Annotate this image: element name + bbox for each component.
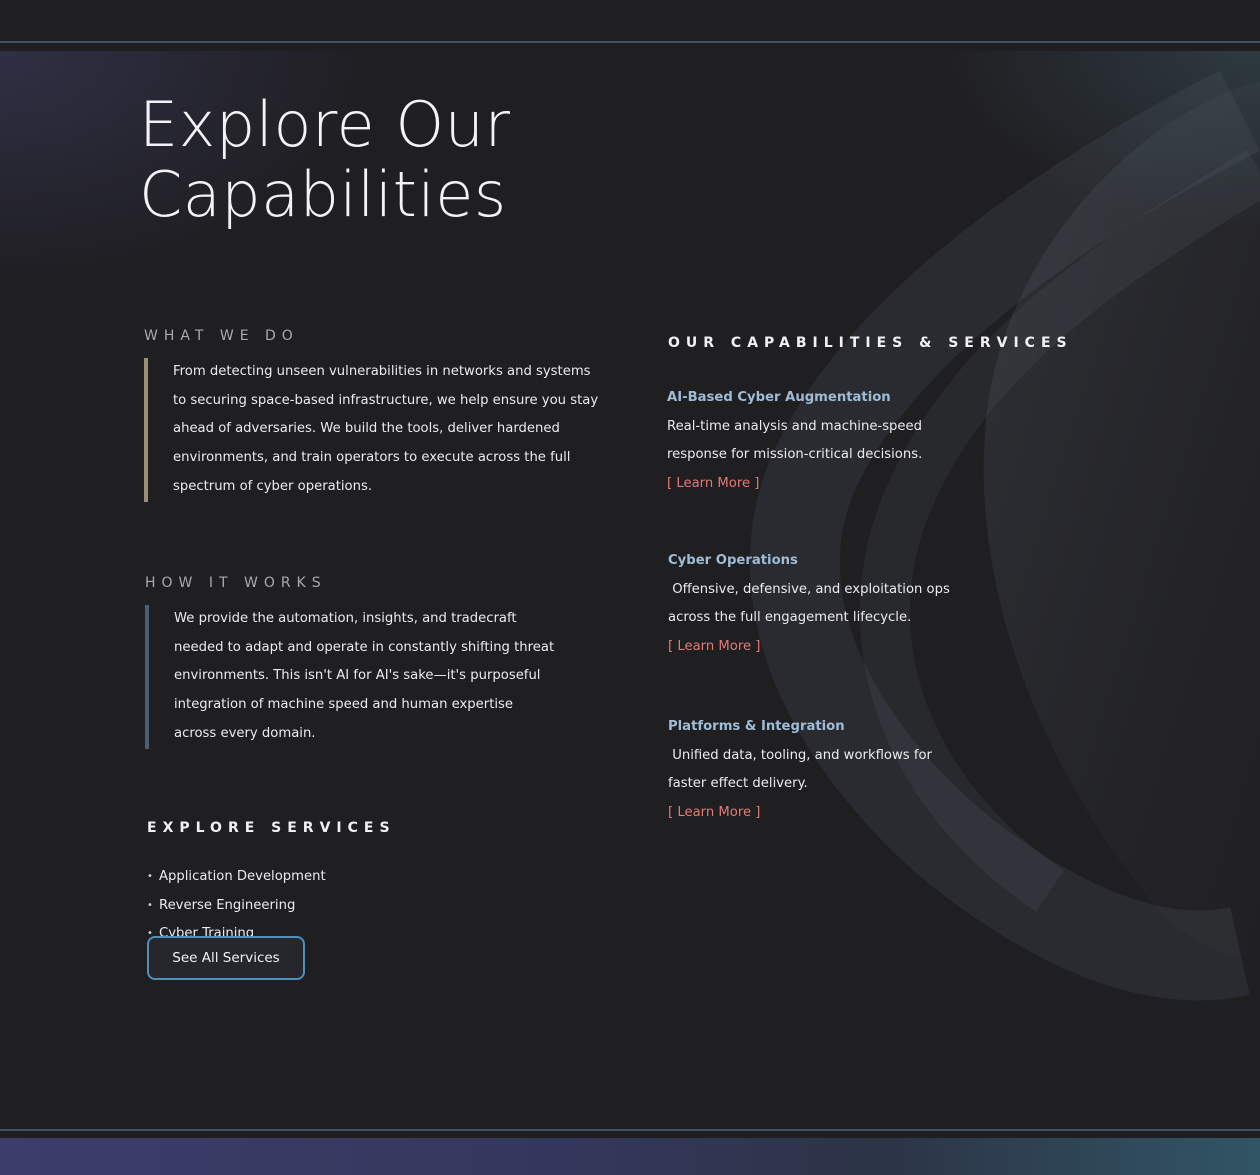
capability-description: faster effect delivery. [668, 776, 808, 792]
footer-gradient-band [0, 1138, 1260, 1175]
capability-title: Cyber Operations [668, 553, 798, 568]
explore-services-heading: EXPLORE SERVICES [147, 820, 396, 836]
capability-platforms-integration: Platforms & Integration Unified data, to… [668, 713, 932, 828]
capability-title: Platforms & Integration [668, 719, 845, 734]
service-item-application-development[interactable]: Application Development [147, 863, 326, 892]
capability-description: Unified data, tooling, and workflows for [668, 747, 932, 763]
how-it-works-heading: HOW IT WORKS [145, 575, 327, 591]
what-we-do-line: ahead of adversaries. We build the tools… [173, 421, 560, 437]
capabilities-heading: OUR CAPABILITIES & SERVICES [668, 335, 1073, 351]
page-title-line-2: Capabilities [139, 158, 507, 231]
what-we-do-text: From detecting unseen vulnerabilities in… [144, 358, 598, 502]
what-we-do-line: environments, and train operators to exe… [173, 450, 571, 466]
how-it-works-text: We provide the automation, insights, and… [145, 605, 554, 749]
what-we-do-line: to securing space-based infrastructure, … [173, 392, 599, 408]
learn-more-link[interactable]: [ Learn More ] [668, 633, 760, 662]
learn-more-link[interactable]: [ Learn More ] [668, 799, 760, 828]
how-it-works-line: We provide the automation, insights, and… [174, 611, 517, 626]
capability-title: AI-Based Cyber Augmentation [667, 390, 891, 405]
how-it-works-line: integration of machine speed and human e… [174, 697, 514, 713]
how-it-works-line: needed to adapt and operate in constantl… [174, 639, 555, 655]
how-it-works-line: across every domain. [174, 725, 316, 741]
capability-cyber-operations: Cyber Operations Offensive, defensive, a… [668, 547, 950, 662]
service-item-reverse-engineering[interactable]: Reverse Engineering [147, 892, 326, 921]
capability-description: Real-time analysis and machine-speed [667, 418, 923, 434]
capability-description: Offensive, defensive, and exploitation o… [668, 581, 950, 597]
see-all-services-button[interactable]: See All Services [147, 936, 305, 980]
what-we-do-line: From detecting unseen vulnerabilities in… [173, 364, 591, 379]
capability-description: across the full engagement lifecycle. [668, 610, 912, 626]
learn-more-link[interactable]: [ Learn More ] [667, 470, 759, 499]
what-we-do-heading: WHAT WE DO [144, 328, 299, 344]
top-nav-bar [0, 0, 1260, 42]
how-it-works-line: environments. This isn't AI for AI's sak… [174, 668, 541, 684]
capability-ai-cyber-augmentation: AI-Based Cyber Augmentation Real-time an… [667, 384, 922, 499]
capability-description: response for mission-critical decisions. [667, 447, 923, 463]
page-title-line-1: Explore Our [139, 88, 511, 161]
what-we-do-line: spectrum of cyber operations. [173, 478, 373, 494]
page-title: Explore Our Capabilities [139, 90, 659, 230]
